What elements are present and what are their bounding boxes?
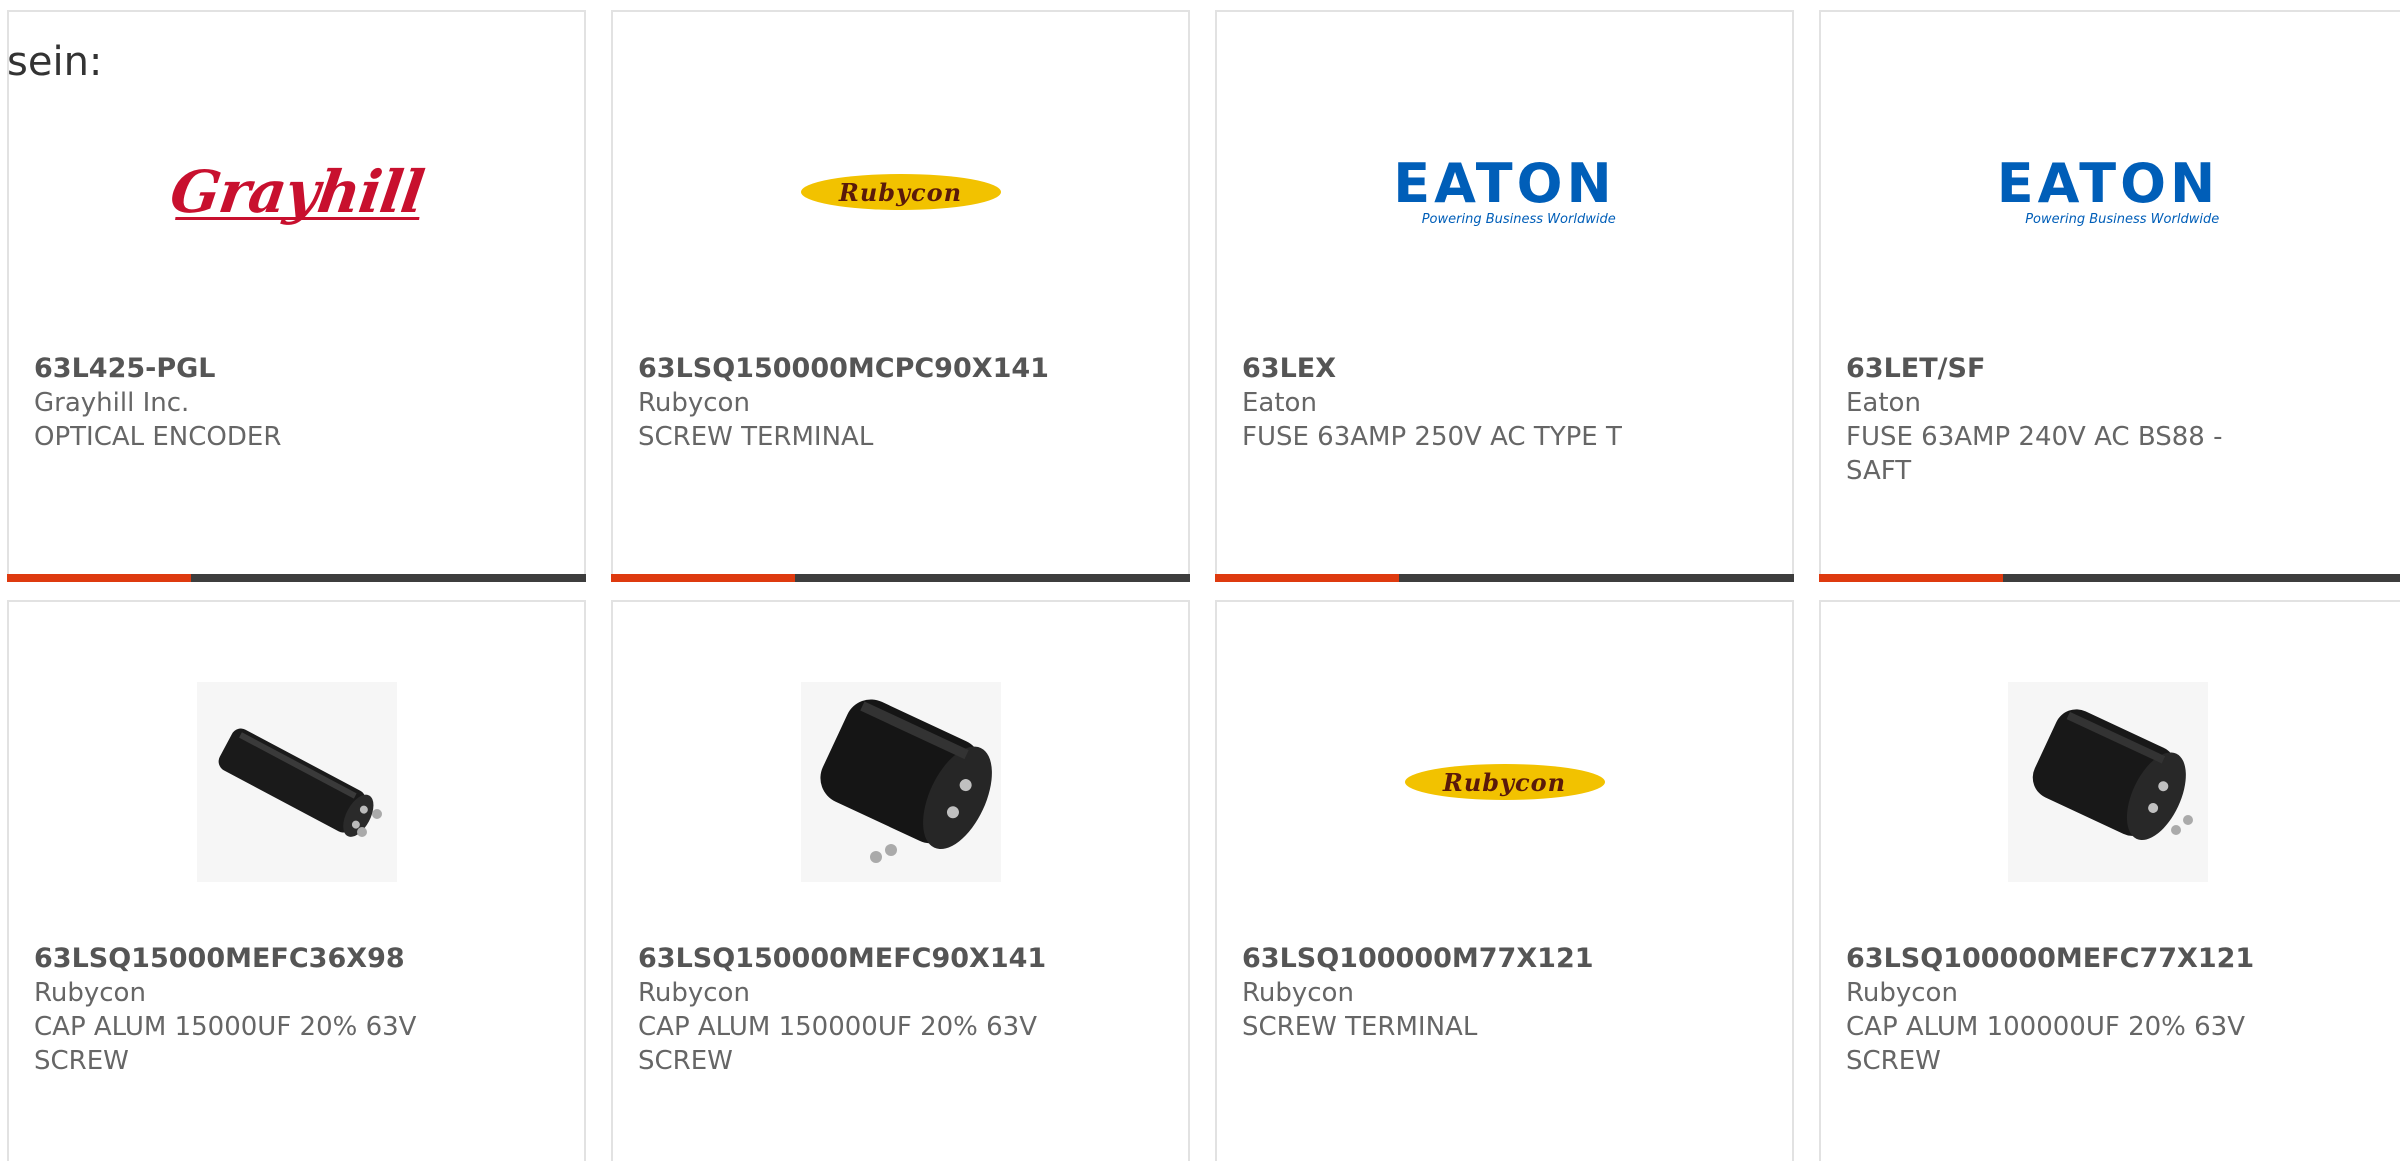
card-accent-bar — [611, 574, 795, 582]
rubycon-logo: Rubycon — [800, 174, 1001, 210]
description: OPTICAL ENCODER — [34, 422, 282, 452]
product-image[interactable]: Grayhill — [9, 72, 584, 312]
manufacturer: Grayhill Inc. — [34, 388, 190, 418]
manufacturer: Rubycon — [34, 978, 146, 1008]
part-number[interactable]: 63LEX — [1242, 352, 1682, 386]
part-number[interactable]: 63LET/SF — [1846, 352, 2286, 386]
manufacturer: Rubycon — [638, 978, 750, 1008]
product-info: 63LEX Eaton FUSE 63AMP 250V AC TYPE T — [1242, 352, 1682, 454]
manufacturer: Rubycon — [638, 388, 750, 418]
card-accent-bar — [1215, 574, 1399, 582]
product-info: 63LSQ15000MEFC36X98 Rubycon CAP ALUM 150… — [34, 942, 474, 1078]
product-image[interactable]: EATON Powering Business Worldwide — [1217, 72, 1792, 312]
part-number[interactable]: 63L425-PGL — [34, 352, 474, 386]
description: FUSE 63AMP 250V AC TYPE T — [1242, 422, 1622, 452]
description: CAP ALUM 150000UF 20% 63V SCREW — [638, 1012, 1038, 1076]
manufacturer: Rubycon — [1242, 978, 1354, 1008]
product-card[interactable]: Grayhill 63L425-PGL Grayhill Inc. OPTICA… — [7, 10, 586, 582]
product-image[interactable]: EATON Powering Business Worldwide — [1821, 72, 2395, 312]
product-info: 63LSQ100000MEFC77X121 Rubycon CAP ALUM 1… — [1846, 942, 2286, 1078]
product-card[interactable]: 63LSQ100000MEFC77X121 Rubycon CAP ALUM 1… — [1819, 600, 2400, 1161]
product-image[interactable]: Rubycon — [1217, 662, 1792, 902]
product-image[interactable] — [1821, 662, 2395, 902]
product-card[interactable]: Rubycon 63LSQ150000MCPC90X141 Rubycon SC… — [611, 10, 1190, 582]
eaton-logo-tagline: Powering Business Worldwide — [2025, 211, 2220, 227]
eaton-logo: EATON Powering Business Worldwide — [1393, 151, 1616, 227]
card-bottom-bar — [7, 574, 586, 582]
eaton-logo: EATON Powering Business Worldwide — [1996, 151, 2220, 227]
card-accent-bar — [7, 574, 191, 582]
product-info: 63LSQ100000M77X121 Rubycon SCREW TERMINA… — [1242, 942, 1682, 1044]
description: FUSE 63AMP 240V AC BS88 - SAFT — [1846, 422, 2223, 486]
product-info: 63L425-PGL Grayhill Inc. OPTICAL ENCODER — [34, 352, 474, 454]
capacitor-image — [196, 682, 397, 882]
eaton-logo-word: EATON — [1996, 151, 2220, 215]
product-info: 63LSQ150000MCPC90X141 Rubycon SCREW TERM… — [638, 352, 1078, 454]
product-image[interactable] — [613, 662, 1188, 902]
product-card[interactable]: 63LSQ150000MEFC90X141 Rubycon CAP ALUM 1… — [611, 600, 1190, 1161]
part-number[interactable]: 63LSQ100000MEFC77X121 — [1846, 942, 2286, 976]
product-image[interactable]: Rubycon — [613, 72, 1188, 312]
product-grid-page: sein: Grayhill 63L425-PGL Grayhill Inc. … — [0, 0, 2400, 1161]
product-card[interactable]: 63LSQ15000MEFC36X98 Rubycon CAP ALUM 150… — [7, 600, 586, 1161]
capacitor-slim-photo — [196, 682, 397, 882]
manufacturer: Rubycon — [1846, 978, 1958, 1008]
card-bottom-bar — [611, 574, 1190, 582]
card-accent-bar — [1819, 574, 2003, 582]
eaton-logo-word: EATON — [1393, 151, 1616, 215]
part-number[interactable]: 63LSQ15000MEFC36X98 — [34, 942, 474, 976]
product-card[interactable]: EATON Powering Business Worldwide 63LEX … — [1215, 10, 1794, 582]
card-bottom-bar — [1819, 574, 2400, 582]
product-card[interactable]: EATON Powering Business Worldwide 63LET/… — [1819, 10, 2400, 582]
grayhill-logo: Grayhill — [165, 158, 428, 226]
eaton-logo-tagline: Powering Business Worldwide — [1421, 211, 1616, 227]
description: CAP ALUM 100000UF 20% 63V SCREW — [1846, 1012, 2246, 1076]
description: SCREW TERMINAL — [1242, 1012, 1478, 1042]
part-number[interactable]: 63LSQ100000M77X121 — [1242, 942, 1682, 976]
description: SCREW TERMINAL — [638, 422, 874, 452]
part-number[interactable]: 63LSQ150000MEFC90X141 — [638, 942, 1078, 976]
manufacturer: Eaton — [1846, 388, 1921, 418]
part-number[interactable]: 63LSQ150000MCPC90X141 — [638, 352, 1078, 386]
capacitor-image — [800, 682, 1001, 882]
product-info: 63LSQ150000MEFC90X141 Rubycon CAP ALUM 1… — [638, 942, 1078, 1078]
description: CAP ALUM 15000UF 20% 63V SCREW — [34, 1012, 417, 1076]
product-card[interactable]: Rubycon 63LSQ100000M77X121 Rubycon SCREW… — [1215, 600, 1794, 1161]
rubycon-logo: Rubycon — [1404, 764, 1605, 800]
manufacturer: Eaton — [1242, 388, 1317, 418]
card-bottom-bar — [1215, 574, 1794, 582]
capacitor-medium-photo — [2008, 682, 2208, 882]
capacitor-image — [2008, 682, 2208, 882]
product-image[interactable] — [9, 662, 584, 902]
intro-text: sein: — [7, 39, 103, 85]
capacitor-large-photo — [800, 682, 1001, 882]
product-info: 63LET/SF Eaton FUSE 63AMP 240V AC BS88 -… — [1846, 352, 2286, 488]
